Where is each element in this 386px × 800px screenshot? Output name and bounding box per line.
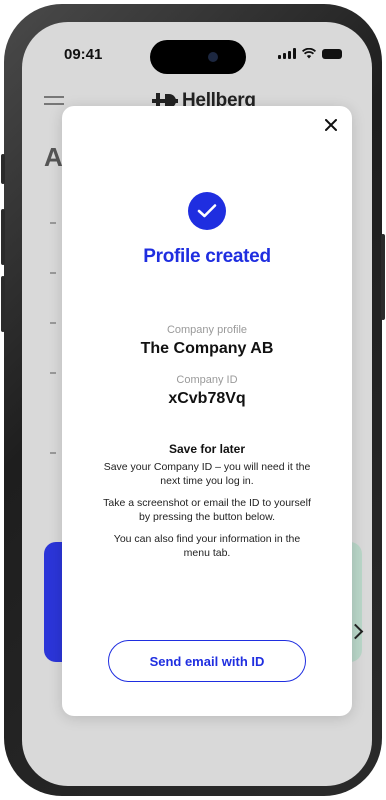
power-button xyxy=(381,234,385,320)
screenshot-paragraph: Take a screenshot or email the ID to you… xyxy=(103,497,311,523)
action-button xyxy=(1,154,5,184)
battery-icon xyxy=(322,49,342,59)
modal-title: Profile created xyxy=(143,246,271,267)
company-profile-label: Company profile xyxy=(166,324,248,336)
camera-dot xyxy=(208,52,218,62)
volume-down-button xyxy=(1,276,5,332)
save-for-later-title: Save for later xyxy=(168,442,246,456)
phone-frame: 09:41 Hellberg A Profile created Company… xyxy=(1,4,385,796)
screen-bottom-area xyxy=(22,722,372,786)
profile-created-modal: Profile created Company profile The Comp… xyxy=(62,106,352,716)
status-icons xyxy=(278,48,342,59)
status-bar: 09:41 xyxy=(22,22,372,74)
menu-tab-paragraph: You can also find your information in th… xyxy=(113,533,301,559)
phone-screen: 09:41 Hellberg A Profile created Company… xyxy=(22,22,372,786)
checkmark-icon xyxy=(197,204,217,218)
background-page-title: A xyxy=(44,142,63,172)
hamburger-menu-icon[interactable] xyxy=(44,96,64,108)
background-text-line xyxy=(50,322,56,324)
send-email-button[interactable]: Send email with ID xyxy=(108,640,306,682)
background-text-line xyxy=(50,452,56,454)
background-text-line xyxy=(50,222,56,224)
volume-up-button xyxy=(1,209,5,265)
wifi-icon xyxy=(302,48,316,59)
success-badge xyxy=(188,192,226,230)
close-button[interactable] xyxy=(320,114,342,136)
dynamic-island xyxy=(150,40,246,74)
company-id-label: Company ID xyxy=(176,374,238,386)
status-time: 09:41 xyxy=(64,46,103,63)
company-profile-value: The Company AB xyxy=(140,340,274,357)
company-id-value: xCvb78Vq xyxy=(168,390,246,407)
background-text-line xyxy=(50,372,56,374)
signal-icon xyxy=(278,48,296,59)
background-text-line xyxy=(50,272,56,274)
close-icon xyxy=(325,119,337,131)
save-id-paragraph: Save your Company ID – you will need it … xyxy=(103,461,311,487)
